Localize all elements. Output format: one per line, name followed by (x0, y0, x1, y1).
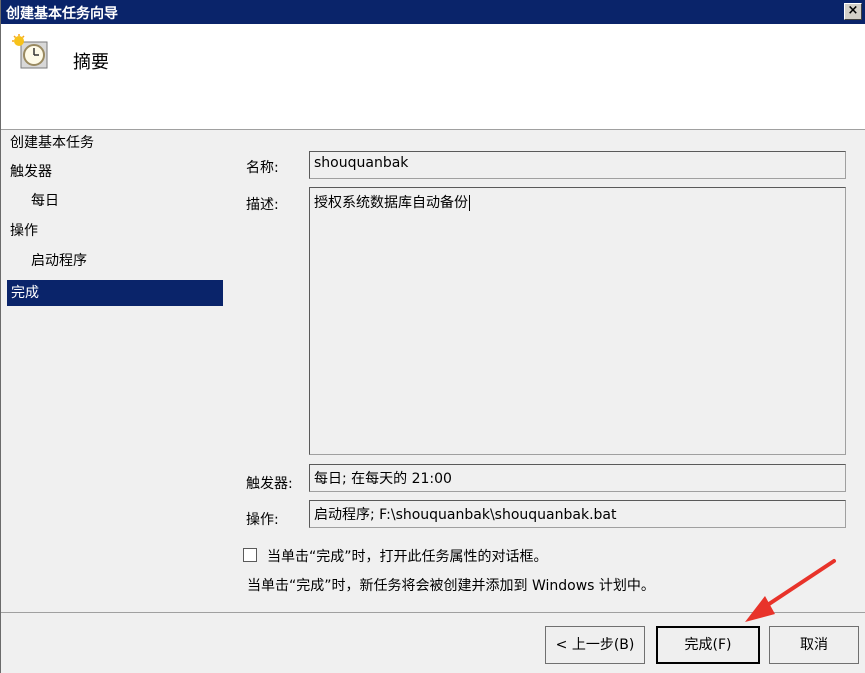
name-field[interactable]: shouquanbak (309, 151, 846, 179)
name-value: shouquanbak (314, 155, 409, 171)
name-label: 名称: (246, 160, 279, 176)
step-finish-selected[interactable]: 完成 (7, 280, 223, 306)
wizard-step-list: 创建基本任务 触发器 每日 操作 启动程序 完成 (1, 130, 226, 673)
step-trigger[interactable]: 触发器 (10, 159, 52, 185)
wizard-header: 摘要 (1, 24, 865, 130)
action-label: 操作: (246, 512, 279, 528)
trigger-label: 触发器: (246, 476, 293, 492)
window-title: 创建基本任务向导 (6, 6, 118, 22)
page-title: 摘要 (73, 52, 109, 73)
trigger-summary-field: 每日; 在每天的 21:00 (309, 464, 846, 492)
action-summary-value: 启动程序; F:\shouquanbak\shouquanbak.bat (314, 507, 617, 523)
description-textarea[interactable]: 授权系统数据库自动备份 (309, 187, 846, 455)
title-bar[interactable]: 创建基本任务向导 × (1, 0, 865, 24)
footer-divider (1, 612, 865, 613)
finish-button[interactable]: 完成(F) (656, 626, 760, 664)
cancel-button[interactable]: 取消 (769, 626, 859, 664)
open-properties-label[interactable]: 当单击“完成”时，打开此任务属性的对话框。 (267, 546, 548, 566)
open-properties-checkbox[interactable] (243, 548, 257, 562)
scheduled-task-clock-icon (12, 34, 48, 69)
step-start-program[interactable]: 启动程序 (31, 248, 87, 274)
trigger-summary-value: 每日; 在每天的 21:00 (314, 471, 452, 487)
step-daily[interactable]: 每日 (31, 188, 59, 214)
close-icon: × (847, 3, 859, 18)
description-label: 描述: (246, 197, 279, 213)
description-value: 授权系统数据库自动备份 (314, 195, 468, 211)
step-action[interactable]: 操作 (10, 218, 38, 244)
text-cursor (469, 195, 470, 211)
action-summary-field: 启动程序; F:\shouquanbak\shouquanbak.bat (309, 500, 846, 528)
create-basic-task-wizard-window: 创建基本任务向导 × 摘要 创建基本任务 触发器 每日 操作 启动程序 完成 名… (0, 0, 865, 673)
back-button[interactable]: < 上一步(B) (545, 626, 645, 664)
step-create-basic-task[interactable]: 创建基本任务 (10, 130, 94, 156)
finish-info-text: 当单击“完成”时，新任务将会被创建并添加到 Windows 计划中。 (247, 578, 655, 594)
close-button[interactable]: × (844, 3, 862, 20)
